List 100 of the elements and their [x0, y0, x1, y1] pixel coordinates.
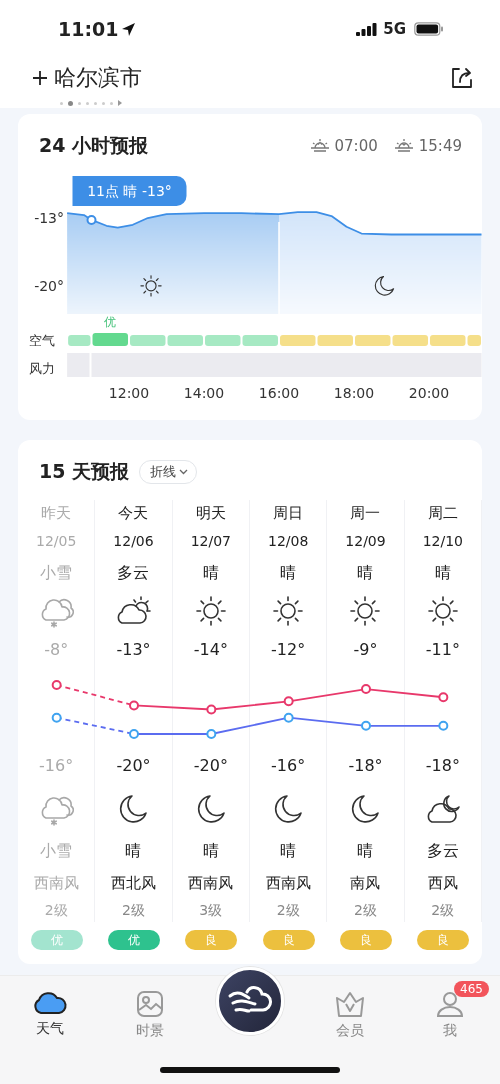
air-quality-bar[interactable]: [392, 335, 428, 346]
day-label: 明天: [195, 503, 226, 524]
add-icon[interactable]: [32, 70, 48, 86]
air-quality-bar[interactable]: [355, 335, 391, 346]
air-quality-bar[interactable]: [242, 335, 278, 346]
night-weather: 多云: [426, 840, 459, 862]
wind-level: 2级: [276, 901, 300, 920]
temperature-point: [206, 729, 217, 739]
day-label: 周一: [350, 503, 381, 524]
high-temperature: -14°: [193, 639, 228, 661]
air-quality-bar[interactable]: [167, 335, 203, 346]
air-quality-bar[interactable]: [92, 333, 128, 346]
page-dot[interactable]: [94, 101, 97, 105]
air-quality-bar[interactable]: [130, 335, 166, 346]
air-quality-pill: 良: [417, 930, 470, 950]
low-temperature: -20°: [116, 755, 151, 777]
low-temperature: -18°: [425, 755, 460, 777]
day-weather: 小雪: [40, 562, 73, 584]
low-temperature: -16°: [39, 755, 74, 777]
share-icon[interactable]: [450, 66, 474, 90]
sunrise-time: 07:00: [334, 137, 378, 155]
sunset-time: 15:49: [418, 137, 462, 155]
air-row-label: 空气: [29, 333, 55, 348]
section-title: 15 天预报: [39, 459, 130, 484]
page-dot[interactable]: [68, 100, 73, 106]
air-quality-pill: 良: [185, 930, 238, 950]
page-dot[interactable]: [86, 101, 89, 105]
x-tick-label: 14:00: [183, 385, 225, 401]
center-weather-button[interactable]: [216, 967, 284, 1035]
air-quality-bar[interactable]: [467, 335, 481, 346]
status-time: 11:01: [58, 18, 119, 40]
x-tick-label: 18:00: [333, 385, 375, 401]
temperature-point: [129, 729, 139, 739]
crown-icon: [335, 990, 365, 1018]
wind-level: 2级: [122, 901, 145, 920]
air-quality-bar[interactable]: [280, 335, 316, 346]
temperature-point: [283, 712, 294, 723]
high-temperature: -11°: [425, 639, 460, 661]
day-label: 周二: [427, 503, 458, 524]
temperature-point: [438, 720, 449, 731]
night-weather: 晴: [280, 840, 297, 862]
section-title: 24 小时预报: [39, 133, 149, 158]
tab[interactable]: 天气: [29, 976, 71, 1038]
page-dot[interactable]: [78, 101, 81, 105]
wind-level: 2级: [431, 901, 455, 920]
network-label: 5G: [383, 20, 406, 38]
air-quality-pill: 优: [108, 930, 160, 950]
y-tick-label: -20°: [34, 277, 64, 294]
date-label: 12/09: [345, 532, 386, 551]
day-label: 昨天: [41, 503, 72, 524]
day-weather: 晴: [280, 562, 297, 584]
date-label: 12/06: [113, 532, 154, 551]
temperature-point: [129, 700, 139, 711]
wind-direction: 西风: [427, 873, 458, 894]
air-quality-bar[interactable]: [205, 335, 241, 346]
high-temperature: -8°: [44, 639, 69, 661]
night-weather: 晴: [125, 840, 142, 862]
chart-mode-dropdown[interactable]: 折线: [139, 460, 198, 484]
tab[interactable]: 时景: [132, 976, 168, 1040]
x-tick-label: 12:00: [108, 385, 150, 401]
day-weather: 多云: [117, 562, 150, 584]
notification-badge: 465: [454, 981, 489, 997]
day-weather: 晴: [357, 562, 374, 584]
air-quality-bar[interactable]: [430, 335, 466, 346]
x-tick-label: 20:00: [408, 385, 450, 401]
high-temperature: -13°: [116, 639, 151, 661]
page-dot[interactable]: [110, 101, 113, 105]
air-quality-bar[interactable]: [317, 335, 353, 346]
x-tick-label: 16:00: [258, 385, 300, 401]
wind-level: 3级: [199, 901, 223, 920]
wind-direction: 西南风: [265, 873, 311, 894]
city-name[interactable]: 哈尔滨市: [54, 63, 142, 93]
tooltip: 11点 晴 -13°: [72, 176, 187, 206]
temperature-point: [51, 680, 62, 690]
sunset-icon: [393, 138, 414, 154]
air-quality-bar[interactable]: [68, 335, 91, 346]
location-arrow-icon: [121, 21, 137, 37]
wind-level: 2级: [354, 901, 377, 920]
wind-row-label: 风力: [29, 361, 55, 376]
date-label: 12/07: [190, 532, 231, 551]
cloud-icon: [33, 990, 67, 1016]
night-weather: 小雪: [40, 840, 73, 862]
selected-point[interactable]: [86, 214, 97, 225]
page-dot[interactable]: [60, 101, 63, 105]
caret-icon: [179, 469, 189, 475]
temperature-point: [283, 696, 294, 707]
annotation: 11点 晴 -13°: [87, 183, 172, 199]
signal-icon: [356, 22, 379, 36]
battery-icon: [414, 22, 444, 36]
temperature-point: [206, 704, 217, 715]
page-dot[interactable]: [102, 101, 105, 105]
wind-direction: 西南风: [188, 873, 234, 894]
temperature-point: [51, 712, 62, 723]
date-label: 12/10: [422, 532, 463, 551]
temperature-point: [361, 684, 371, 695]
wind-direction: 南风: [350, 873, 381, 894]
day-weather: 晴: [434, 562, 451, 584]
temperature-point: [361, 720, 371, 731]
high-temperature: -9°: [353, 639, 378, 661]
air-quality-label: 优: [104, 315, 117, 329]
